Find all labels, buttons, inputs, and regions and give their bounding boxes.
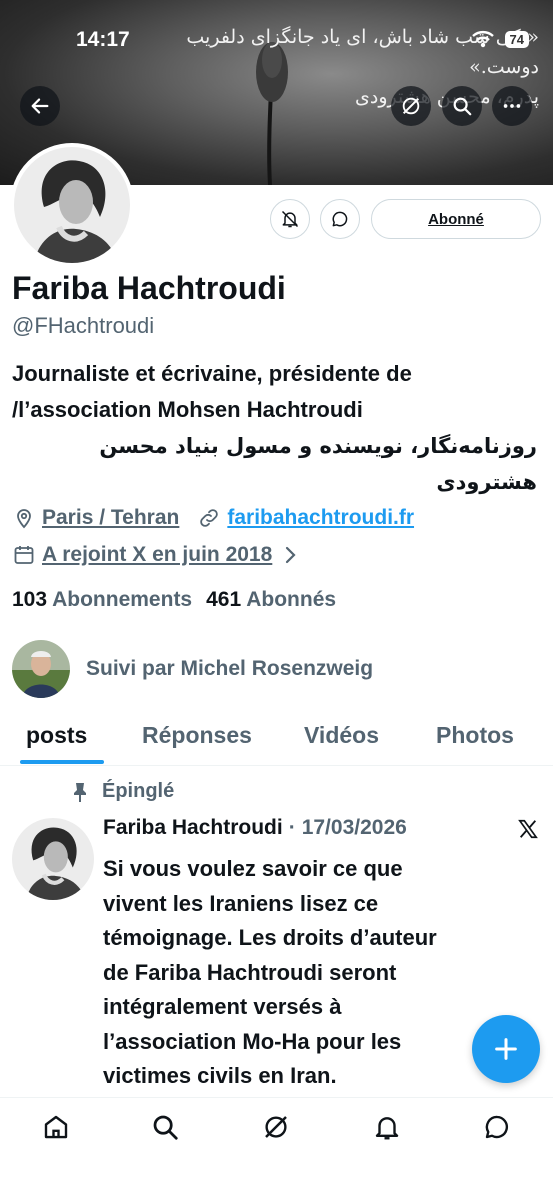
- followers-label: Abonnés: [246, 588, 337, 611]
- bottom-navigation: [0, 1097, 553, 1200]
- search-icon: [153, 1115, 178, 1140]
- following-count: 103: [12, 588, 48, 611]
- tab-photos[interactable]: Photos: [436, 722, 514, 749]
- tweet-separator: ·: [288, 816, 296, 839]
- tab-videos[interactable]: Vidéos: [304, 722, 379, 749]
- tweet-text-line: témoignage. Les droits d’auteur: [103, 925, 437, 950]
- followed-by-text: Suivi par Michel Rosenzweig: [86, 657, 374, 680]
- location-link[interactable]: Paris / Tehran: [42, 506, 179, 530]
- bell-plus-icon: [281, 210, 299, 228]
- banner-quote-line: دوست.»: [469, 56, 539, 78]
- profile-joined-row[interactable]: A rejoint X en juin 2018: [12, 543, 302, 567]
- plus-icon: [495, 1038, 517, 1060]
- nav-notifications[interactable]: [372, 1112, 402, 1142]
- pinned-label: Épinglé: [102, 780, 175, 802]
- tweet-text-line: de Fariba Hachtroudi seront: [103, 959, 397, 985]
- bio-line-persian: هشترودی: [436, 470, 537, 494]
- notifications-button[interactable]: [270, 199, 310, 239]
- back-button[interactable]: [20, 86, 60, 126]
- pin-icon: [74, 782, 86, 802]
- follow-counts: 103 Abonnements 461 Abonnés: [12, 588, 336, 612]
- compose-post-button[interactable]: [472, 1015, 540, 1083]
- location-icon: [17, 509, 31, 529]
- follower-avatar-photo: [12, 640, 70, 698]
- nav-home[interactable]: [41, 1112, 71, 1142]
- battery-indicator: 74: [504, 30, 529, 48]
- tweet-text-line: victimes civils en Iran.: [103, 1063, 337, 1088]
- tweet-author-avatar[interactable]: [12, 818, 94, 900]
- profile-name: Fariba Hachtroudi: [12, 270, 286, 306]
- tweet-text-line: Si vous voulez savoir ce que: [103, 856, 403, 881]
- tweet-author-name[interactable]: Fariba Hachtroudi: [103, 816, 283, 840]
- calendar-icon: [14, 546, 34, 564]
- status-icons: 74: [471, 30, 529, 48]
- back-arrow-icon: [31, 98, 49, 114]
- link-icon: [200, 509, 219, 527]
- tweet-avatar-photo: [12, 818, 94, 900]
- status-time: 14:17: [76, 28, 130, 51]
- following-label: Abonnements: [52, 588, 193, 611]
- active-tab-indicator: [20, 760, 104, 764]
- pinned-label-row: Épinglé: [70, 780, 174, 803]
- tab-replies[interactable]: Réponses: [142, 722, 252, 749]
- joined-date[interactable]: A rejoint X en juin 2018: [42, 543, 272, 567]
- wifi-icon: [471, 31, 494, 48]
- tweet-text-line: vivent les Iraniens lisez ce: [103, 890, 379, 916]
- more-icon: [503, 104, 521, 108]
- bio-line-persian: روزنامه‌نگار، نویسنده و مسول بنیاد محسن: [99, 434, 537, 458]
- follower-avatar: [12, 640, 70, 698]
- tweet-text[interactable]: Si vous voulez savoir ce que vivent les …: [103, 852, 523, 1094]
- website-link[interactable]: faribahachtroudi.fr: [227, 506, 414, 530]
- nav-grok[interactable]: [261, 1112, 291, 1142]
- tab-posts[interactable]: posts: [26, 722, 87, 749]
- avatar-photo: [14, 147, 130, 263]
- search-icon: [453, 97, 472, 116]
- followers-count-link[interactable]: 461 Abonnés: [206, 588, 336, 612]
- followed-by-row[interactable]: Suivi par Michel Rosenzweig: [12, 640, 373, 698]
- following-button[interactable]: Abonné: [371, 199, 541, 239]
- profile-bio: Journaliste et écrivaine, présidente de …: [12, 356, 537, 500]
- tweet-date[interactable]: 17/03/2026: [302, 816, 407, 840]
- notifications-icon: [375, 1117, 399, 1140]
- messages-icon: [485, 1115, 509, 1139]
- x-logo-icon: [518, 819, 538, 839]
- following-count-link[interactable]: 103 Abonnements: [12, 588, 192, 612]
- profile-tabs: posts Réponses Vidéos Photos: [0, 710, 553, 766]
- message-icon: [332, 211, 348, 227]
- message-button[interactable]: [320, 199, 360, 239]
- grok-button[interactable]: [391, 86, 431, 126]
- followers-count: 461: [206, 588, 242, 611]
- profile-meta-location-website: Paris / Tehran faribahachtroudi.fr: [12, 506, 414, 530]
- profile-avatar[interactable]: [10, 143, 134, 267]
- tweet-text-line: l’association Mo-Ha pour les: [103, 1028, 402, 1054]
- profile-handle: @FHachtroudi: [12, 313, 155, 338]
- bio-line: /l’association Mohsen Hachtroudi: [12, 397, 363, 422]
- tweet-text-line: intégralement versés à: [103, 994, 342, 1019]
- grok-icon: [402, 97, 420, 115]
- grok-icon: [265, 1116, 287, 1138]
- nav-search[interactable]: [150, 1112, 180, 1142]
- home-icon: [44, 1115, 68, 1139]
- nav-messages[interactable]: [482, 1112, 512, 1142]
- tweet-header: Fariba Hachtroudi · 17/03/2026: [103, 816, 407, 840]
- bio-line: Journaliste et écrivaine, présidente de: [12, 361, 412, 386]
- more-button[interactable]: [492, 86, 532, 126]
- search-button[interactable]: [442, 86, 482, 126]
- chevron-right-icon: [286, 546, 296, 564]
